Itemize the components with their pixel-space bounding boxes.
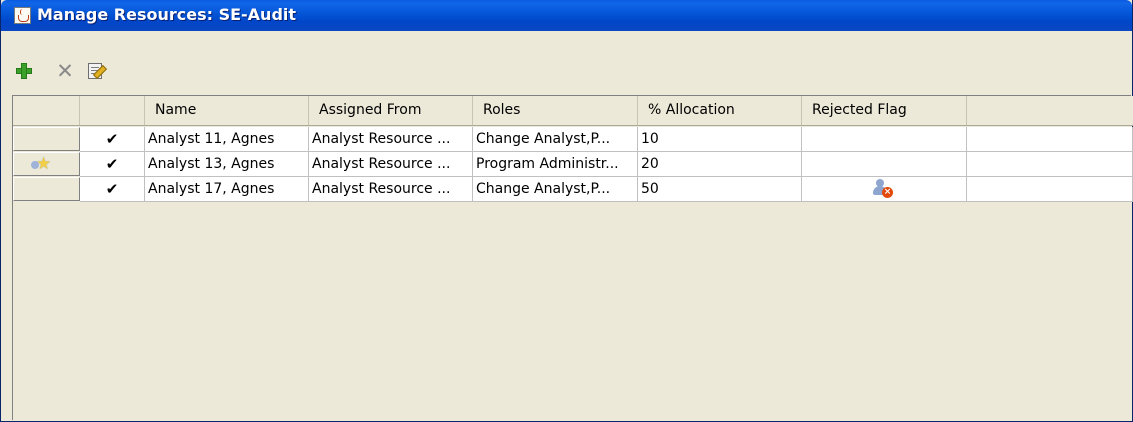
allocation-cell[interactable]: 10 <box>638 127 802 152</box>
assigned-from-cell[interactable]: Analyst Resource ... <box>309 177 473 202</box>
check-cell[interactable]: ✔ <box>80 177 145 202</box>
rejected-flag-cell[interactable]: × <box>802 177 967 202</box>
title-bar[interactable]: Manage Resources: SE-Audit <box>1 0 1132 31</box>
toolbar: ✕ <box>1 56 131 86</box>
edit-icon[interactable] <box>84 61 108 81</box>
check-cell[interactable]: ✔ <box>80 127 145 152</box>
manage-resources-window: Manage Resources: SE-Audit ✕ Name Assign… <box>0 0 1133 422</box>
rejected-user-icon: × <box>872 179 894 199</box>
check-cell[interactable]: ✔ <box>80 152 145 177</box>
name-cell[interactable]: Analyst 13, Agnes <box>145 152 309 177</box>
name-cell[interactable]: Analyst 11, Agnes <box>145 127 309 152</box>
star-person-icon: ★ <box>31 155 51 174</box>
roles-cell[interactable]: Program Administr... <box>473 152 638 177</box>
java-cup-icon <box>14 7 31 24</box>
delete-icon[interactable]: ✕ <box>54 61 76 82</box>
table-row[interactable]: ★ ✔ Analyst 13, Agnes Analyst Resource .… <box>13 152 1133 177</box>
roles-cell[interactable]: Change Analyst,P... <box>473 127 638 152</box>
header-filler <box>967 96 1133 125</box>
resources-table: Name Assigned From Roles % Allocation Re… <box>12 95 1133 420</box>
row-selector[interactable]: ★ <box>13 152 80 176</box>
header-row-selector <box>13 96 80 125</box>
header-assigned-from[interactable]: Assigned From <box>309 96 473 125</box>
assigned-from-cell[interactable]: Analyst Resource ... <box>309 127 473 152</box>
window-title: Manage Resources: SE-Audit <box>37 5 297 24</box>
header-name[interactable]: Name <box>145 96 309 125</box>
add-icon[interactable] <box>14 61 36 81</box>
assigned-from-cell[interactable]: Analyst Resource ... <box>309 152 473 177</box>
roles-cell[interactable]: Change Analyst,P... <box>473 177 638 202</box>
row-selector[interactable] <box>13 127 80 151</box>
header-rejected-flag[interactable]: Rejected Flag <box>802 96 967 125</box>
allocation-cell[interactable]: 20 <box>638 152 802 177</box>
row-selector[interactable] <box>13 177 80 201</box>
filler-cell <box>967 127 1133 152</box>
name-cell[interactable]: Analyst 17, Agnes <box>145 177 309 202</box>
header-allocation[interactable]: % Allocation <box>638 96 802 125</box>
table-row[interactable]: ✔ Analyst 11, Agnes Analyst Resource ...… <box>13 127 1133 152</box>
header-roles[interactable]: Roles <box>473 96 638 125</box>
rejected-flag-cell[interactable] <box>802 127 967 152</box>
allocation-cell[interactable]: 50 <box>638 177 802 202</box>
header-check[interactable] <box>80 96 145 125</box>
filler-cell <box>967 177 1133 202</box>
table-row[interactable]: ✔ Analyst 17, Agnes Analyst Resource ...… <box>13 177 1133 202</box>
table-header: Name Assigned From Roles % Allocation Re… <box>13 96 1133 126</box>
rejected-flag-cell[interactable] <box>802 152 967 177</box>
filler-cell <box>967 152 1133 177</box>
